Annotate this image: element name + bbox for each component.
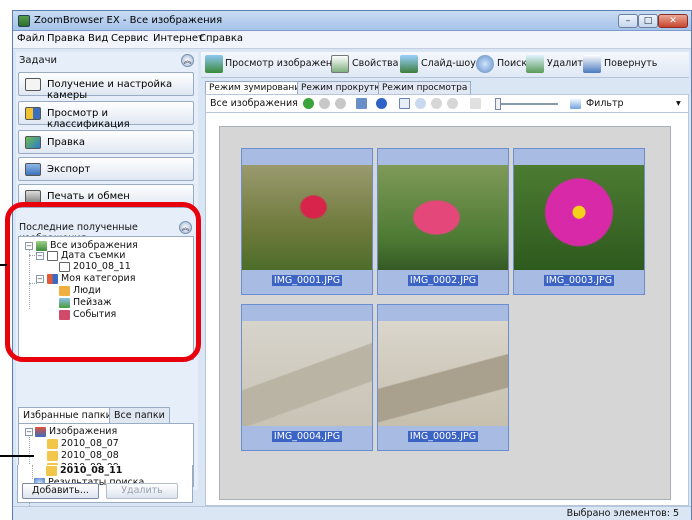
rotate-icon <box>583 55 601 73</box>
camera-task-label: Получение и настройка камеры <box>47 79 173 101</box>
status-bar: Выбрано элементов: 5 <box>13 506 691 520</box>
photo-dragonfly <box>378 321 508 426</box>
tab-zoom-mode[interactable]: Режим зумирования <box>205 81 310 95</box>
thumbnail-caption: IMG_0001.JPG <box>271 275 343 286</box>
sort-icon[interactable] <box>356 98 367 109</box>
edit-task-button[interactable]: Правка <box>18 130 194 154</box>
photo-pink-flower <box>378 165 508 270</box>
filter-button[interactable]: Фильтр <box>586 98 624 109</box>
export-task-button[interactable]: Экспорт <box>18 157 194 181</box>
browse-task-button[interactable]: Просмотр и классификация <box>18 101 194 130</box>
tasks-title: Задачи <box>19 55 57 66</box>
zoom-in-icon[interactable] <box>415 98 426 109</box>
photo-cosmos-flower <box>514 165 644 270</box>
remove-folder-button[interactable]: Удалить <box>106 483 178 499</box>
title-bar[interactable]: ZoomBrowser EX - Все изображения – □ ✕ <box>13 11 691 31</box>
browse-task-label: Просмотр и классификация <box>47 108 130 130</box>
tree-folder-item-selected[interactable]: 2010_08_11 <box>60 465 122 476</box>
photo-red-flower <box>242 165 372 270</box>
tree-folder-item[interactable]: 2010_08_07 <box>61 438 119 449</box>
menu-help[interactable]: Справка <box>199 33 243 44</box>
menu-edit[interactable]: Правка <box>47 33 85 44</box>
browse-icon <box>25 107 41 120</box>
export-task-label: Экспорт <box>47 164 91 175</box>
selection-count: Выбрано элементов: 5 <box>566 508 679 519</box>
thumbnail-img-0003[interactable]: IMG_0003.JPG <box>513 148 645 295</box>
export-icon <box>25 163 41 176</box>
thumbnail-caption: IMG_0002.JPG <box>407 275 479 286</box>
thumbnail-img-0004[interactable]: IMG_0004.JPG <box>241 304 373 451</box>
folder-leader-line <box>0 455 34 457</box>
tab-scroll-mode[interactable]: Режим прокрутки <box>297 81 390 95</box>
tasks-header: Задачи ︽ <box>16 52 198 70</box>
add-folder-button[interactable]: Добавить... <box>22 483 99 499</box>
tab-favorite-folders[interactable]: Избранные папки <box>18 407 117 424</box>
rotate-button[interactable]: Повернуть <box>604 58 657 69</box>
close-button[interactable]: ✕ <box>658 14 688 28</box>
collapse-tasks-icon[interactable]: ︽ <box>181 54 194 67</box>
folder-icon <box>47 439 58 449</box>
thumbnail-caption: IMG_0004.JPG <box>271 431 343 442</box>
tab-preview-mode[interactable]: Режим просмотра <box>378 81 472 95</box>
thumbnail-area: IMG_0001.JPG IMG_0002.JPG IMG_0003.JPG I… <box>219 126 671 500</box>
tree-images-root[interactable]: Изображения <box>49 426 117 437</box>
view-toolbar: Все изображения Фильтр ▾ <box>205 94 689 112</box>
properties-icon <box>331 55 349 73</box>
thumbnail-img-0005[interactable]: IMG_0005.JPG <box>377 304 509 451</box>
folder-icon <box>46 466 57 476</box>
collapse-toggle-icon[interactable]: − <box>25 428 33 436</box>
maximize-button[interactable]: □ <box>638 14 658 28</box>
view-image-icon <box>205 55 223 73</box>
properties-button[interactable]: Свойства <box>352 58 398 69</box>
zoom-slider-thumb[interactable] <box>495 98 501 110</box>
info-icon[interactable] <box>376 98 387 109</box>
main-toolbar: Просмотр изображения Свойства Слайд-шоу … <box>201 52 689 78</box>
tab-all-folders[interactable]: Все папки <box>109 407 170 423</box>
edit-task-label: Правка <box>47 137 86 148</box>
search-icon <box>476 55 494 73</box>
recent-images-callout <box>5 202 201 362</box>
camera-task-button[interactable]: Получение и настройка камеры <box>18 72 194 101</box>
thumbnail-caption: IMG_0005.JPG <box>407 431 479 442</box>
search-button[interactable]: Поиск <box>497 58 527 69</box>
forward-icon[interactable] <box>319 98 330 109</box>
select-pointer-icon[interactable] <box>399 98 410 109</box>
slideshow-button[interactable]: Слайд-шоу <box>421 58 476 69</box>
thumbnail-img-0001[interactable]: IMG_0001.JPG <box>241 148 373 295</box>
minimize-button[interactable]: – <box>618 14 638 28</box>
filter-icon <box>570 98 581 109</box>
image-viewer: IMG_0001.JPG IMG_0002.JPG IMG_0003.JPG I… <box>205 112 689 506</box>
thumbnail-img-0002[interactable]: IMG_0002.JPG <box>377 148 509 295</box>
photo-dragonfly <box>242 321 372 426</box>
edit-icon <box>25 136 41 149</box>
view-scope-label: Все изображения <box>210 98 298 109</box>
zoom-out-icon[interactable] <box>431 98 442 109</box>
thumbnail-caption: IMG_0003.JPG <box>543 275 615 286</box>
zoom-slider-track[interactable] <box>496 103 558 105</box>
up-icon[interactable] <box>335 98 346 109</box>
menu-internet[interactable]: Интернет <box>153 33 204 44</box>
print-task-label: Печать и обмен <box>47 191 130 202</box>
fit-icon[interactable] <box>470 98 481 109</box>
camera-icon <box>25 78 41 91</box>
window-title: ZoomBrowser EX - Все изображения <box>34 15 223 26</box>
menu-bar: Файл Правка Вид Сервис Интернет Справка <box>13 31 691 49</box>
app-icon <box>18 15 30 27</box>
menu-view[interactable]: Вид <box>88 33 108 44</box>
filter-dropdown-icon[interactable]: ▾ <box>676 98 681 109</box>
slideshow-icon <box>400 55 418 73</box>
delete-icon <box>526 55 544 73</box>
images-folder-icon <box>35 427 46 437</box>
back-icon[interactable] <box>303 98 314 109</box>
menu-file[interactable]: Файл <box>17 33 45 44</box>
folder-icon <box>47 451 58 461</box>
tree-folder-item[interactable]: 2010_08_08 <box>61 450 119 461</box>
pan-icon[interactable] <box>447 98 458 109</box>
view-image-button[interactable]: Просмотр изображения <box>225 58 344 69</box>
menu-tools[interactable]: Сервис <box>111 33 148 44</box>
callout-leader-line <box>0 264 7 266</box>
